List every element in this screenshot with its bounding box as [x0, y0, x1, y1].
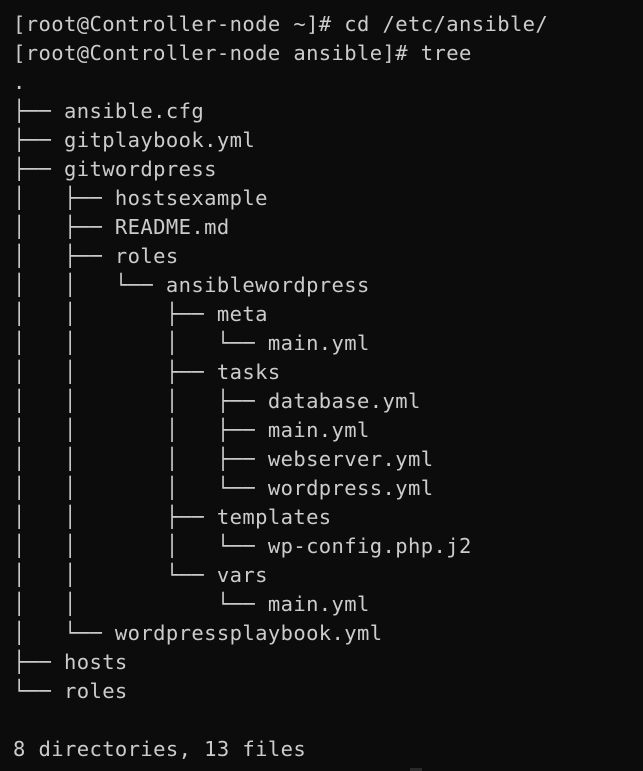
- tree-entry-wordpress: │ │ │ └── wordpress.yml: [13, 476, 434, 500]
- tree-entry-tasks-main: │ │ │ ├── main.yml: [13, 418, 370, 442]
- tree-entry-templates: │ │ ├── templates: [13, 505, 332, 529]
- tree-entry-gitplaybook: ├── gitplaybook.yml: [13, 128, 256, 152]
- tree-summary: 8 directories, 13 files: [13, 737, 307, 761]
- tree-entry-vars: │ │ └── vars: [13, 563, 268, 587]
- tree-entry-gitwordpress: ├── gitwordpress: [13, 157, 217, 181]
- tree-entry-meta-main: │ │ │ └── main.yml: [13, 331, 370, 355]
- tree-entry-database: │ │ │ ├── database.yml: [13, 389, 421, 413]
- tree-entry-webserver: │ │ │ ├── webserver.yml: [13, 447, 434, 471]
- tree-entry-readme: │ ├── README.md: [13, 215, 230, 239]
- tree-entry-wp-config: │ │ │ └── wp-config.php.j2: [13, 534, 472, 558]
- terminal-window[interactable]: [root@Controller-node ~]# cd /etc/ansibl…: [0, 0, 643, 771]
- tree-entry-roles: │ ├── roles: [13, 244, 179, 268]
- tree-root: .: [13, 70, 26, 94]
- tree-entry-hosts: ├── hosts: [13, 650, 128, 674]
- tree-entry-hostsexample: │ ├── hostsexample: [13, 186, 268, 210]
- prompt-line-tree: [root@Controller-node ansible]# tree: [13, 41, 472, 65]
- tree-entry-vars-main: │ │ └── main.yml: [13, 592, 370, 616]
- tree-entry-ansiblewordpress: │ │ └── ansiblewordpress: [13, 273, 370, 297]
- tree-entry-wordpressplaybook: │ └── wordpressplaybook.yml: [13, 621, 383, 645]
- tree-entry-roles-top: └── roles: [13, 679, 128, 703]
- tree-entry-tasks: │ │ ├── tasks: [13, 360, 281, 384]
- prompt-line-cd: [root@Controller-node ~]# cd /etc/ansibl…: [13, 12, 549, 36]
- tree-entry-ansible-cfg: ├── ansible.cfg: [13, 99, 205, 123]
- tree-entry-meta: │ │ ├── meta: [13, 302, 268, 326]
